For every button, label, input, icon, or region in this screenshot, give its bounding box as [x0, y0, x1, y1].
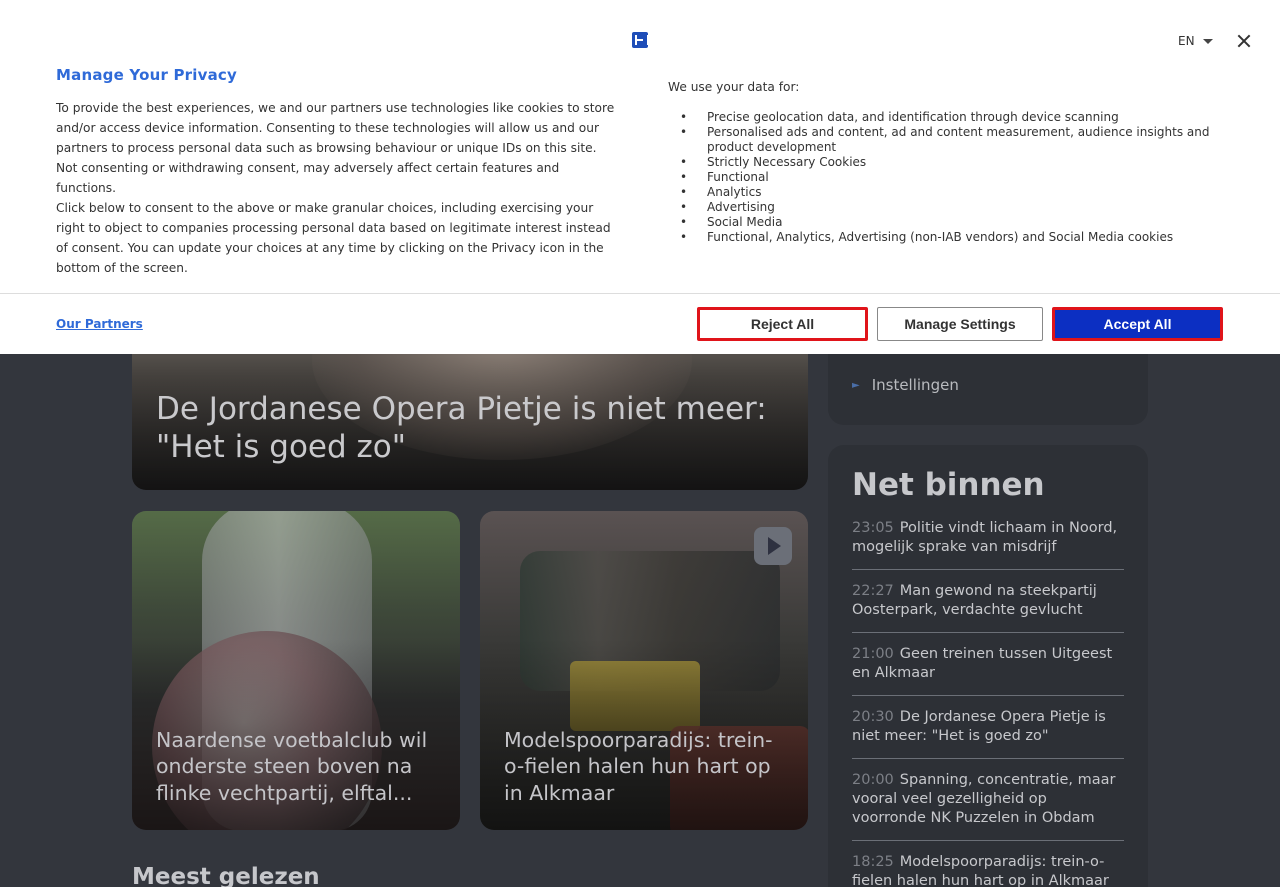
article-card-title[interactable]: Modelspoorparadijs: trein-o-fielen halen… — [504, 727, 788, 807]
article-card-title[interactable]: Naardense voetbalclub wil onderste steen… — [156, 727, 440, 807]
manage-settings-button[interactable]: Manage Settings — [877, 307, 1043, 341]
news-time: 18:25 — [852, 854, 894, 870]
list-item[interactable]: 20:30 De Jordanese Opera Pietje is niet m… — [852, 706, 1124, 759]
reject-all-button[interactable]: Reject All — [697, 307, 868, 341]
data-use-item: Functional, Analytics, Advertising (non-… — [680, 230, 1240, 245]
language-select[interactable]: EN — [1178, 34, 1213, 48]
section-heading-meest-gelezen: Meest gelezen — [132, 864, 320, 887]
consent-title: Manage Your Privacy — [56, 66, 237, 84]
news-time: 21:00 — [852, 646, 894, 662]
language-label: EN — [1178, 34, 1195, 48]
divider — [0, 293, 1280, 294]
side-menu-item-instellingen[interactable]: ► Instellingen — [852, 376, 959, 394]
news-time: 20:30 — [852, 709, 894, 725]
net-binnen-title: Net binnen — [852, 467, 1045, 503]
data-use-item: Precise geolocation data, and identifica… — [680, 110, 1240, 125]
consent-dialog: EN Manage Your Privacy To provide the be… — [0, 0, 1280, 354]
news-time: 22:27 — [852, 583, 894, 599]
news-time: 20:00 — [852, 772, 894, 788]
data-use-item: Analytics — [680, 185, 1240, 200]
list-item[interactable]: 20:00 Spanning, concentratie, maar vooral… — [852, 769, 1124, 841]
data-use-item: Strictly Necessary Cookies — [680, 155, 1240, 170]
net-binnen-panel: Net binnen 23:05 Politie vindt lichaam in… — [828, 445, 1148, 887]
data-use-heading: We use your data for: — [668, 80, 800, 94]
close-icon[interactable] — [1234, 31, 1254, 51]
triangle-right-icon: ► — [852, 379, 860, 391]
consent-paragraph: Click below to consent to the above or m… — [56, 201, 611, 275]
list-item[interactable]: 22:27 Man gewond na steekpartij Oosterpar… — [852, 580, 1124, 633]
news-time: 23:05 — [852, 520, 894, 536]
consent-paragraph: To provide the best experiences, we and … — [56, 101, 615, 195]
consent-description: To provide the best experiences, we and … — [56, 98, 616, 278]
our-partners-link[interactable]: Our Partners — [56, 317, 143, 331]
side-menu-item-label: Instellingen — [871, 376, 959, 394]
data-use-item: Advertising — [680, 200, 1240, 215]
data-use-item: Social Media — [680, 215, 1240, 230]
net-binnen-list: 23:05 Politie vindt lichaam in Noord, mog… — [852, 517, 1124, 887]
list-item[interactable]: 23:05 Politie vindt lichaam in Noord, mog… — [852, 517, 1124, 570]
hero-title[interactable]: De Jordanese Opera Pietje is niet meer: … — [156, 390, 784, 466]
article-card-modelspoor[interactable]: Modelspoorparadijs: trein-o-fielen halen… — [480, 511, 808, 830]
list-item[interactable]: 21:00 Geen treinen tussen Uitgeest en Alk… — [852, 643, 1124, 696]
data-use-item: Functional — [680, 170, 1240, 185]
article-card-voetbal[interactable]: Naardense voetbalclub wil onderste steen… — [132, 511, 460, 830]
brand-logo-icon — [632, 32, 649, 48]
data-use-item: Personalised ads and content, ad and con… — [680, 125, 1240, 155]
data-use-list: Precise geolocation data, and identifica… — [680, 110, 1240, 245]
accept-all-button[interactable]: Accept All — [1052, 307, 1223, 341]
caret-down-icon — [1202, 38, 1213, 44]
list-item[interactable]: 18:25 Modelspoorparadijs: trein-o-fielen … — [852, 851, 1124, 887]
